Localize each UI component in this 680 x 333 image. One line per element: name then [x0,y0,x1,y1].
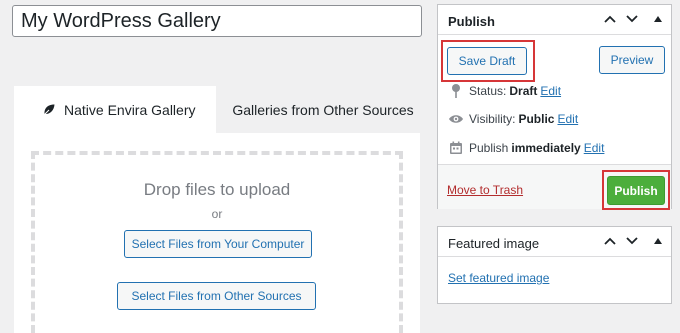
collapse-icon[interactable] [650,233,666,249]
upload-dropzone[interactable]: Drop files to upload or Select Files fro… [31,151,403,333]
select-files-other-sources-button[interactable]: Select Files from Other Sources [117,282,316,310]
publish-actions: Move to Trash Publish [438,164,671,210]
save-draft-highlight [441,40,535,82]
publish-metabox: Publish Save Draft Preview Status: Draft… [437,4,672,210]
collapse-icon[interactable] [650,11,666,27]
select-files-computer-button[interactable]: Select Files from Your Computer [124,230,312,258]
pin-icon [448,83,464,99]
gallery-tabs: Native Envira Gallery Galleries from Oth… [14,86,420,133]
status-row: Status: Draft Edit [448,82,561,100]
schedule-value: immediately [511,141,581,155]
set-featured-image-link[interactable]: Set featured image [448,271,549,285]
featured-image-metabox: Featured image Set featured image [437,226,672,304]
tab-galleries-other-sources[interactable]: Galleries from Other Sources [216,86,420,133]
move-up-icon[interactable] [602,11,618,27]
schedule-row: Publish immediately Edit [448,139,604,157]
tab-native-envira-gallery[interactable]: Native Envira Gallery [14,86,216,133]
featured-header: Featured image [438,227,671,257]
move-down-icon[interactable] [624,233,640,249]
gallery-panel: Drop files to upload or Select Files fro… [14,133,420,333]
tab-label: Galleries from Other Sources [232,101,414,118]
move-down-icon[interactable] [624,11,640,27]
featured-heading: Featured image [448,236,540,251]
edit-status-link[interactable]: Edit [540,84,561,98]
status-value: Draft [509,84,538,98]
envira-gallery-metabox: Native Envira Gallery Galleries from Oth… [14,86,420,333]
calendar-icon [448,140,464,156]
move-up-icon[interactable] [602,233,618,249]
visibility-value: Public [518,112,555,126]
visibility-row: Visibility: Public Edit [448,110,578,128]
tab-label: Native Envira Gallery [64,101,196,118]
edit-schedule-link[interactable]: Edit [584,141,605,155]
publish-heading: Publish [448,14,495,29]
publish-header: Publish [438,5,671,35]
leaf-icon [42,103,56,117]
eye-icon [448,111,464,127]
move-to-trash-link[interactable]: Move to Trash [447,183,523,197]
drop-or-text: or [211,207,223,221]
publish-highlight [602,170,670,210]
drop-files-heading: Drop files to upload [143,180,291,199]
schedule-label: Publish [469,141,509,155]
edit-visibility-link[interactable]: Edit [557,112,578,126]
visibility-label: Visibility: [469,112,516,126]
status-label: Status: [469,84,507,98]
preview-button[interactable]: Preview [599,46,665,74]
post-title-input[interactable] [12,5,422,37]
